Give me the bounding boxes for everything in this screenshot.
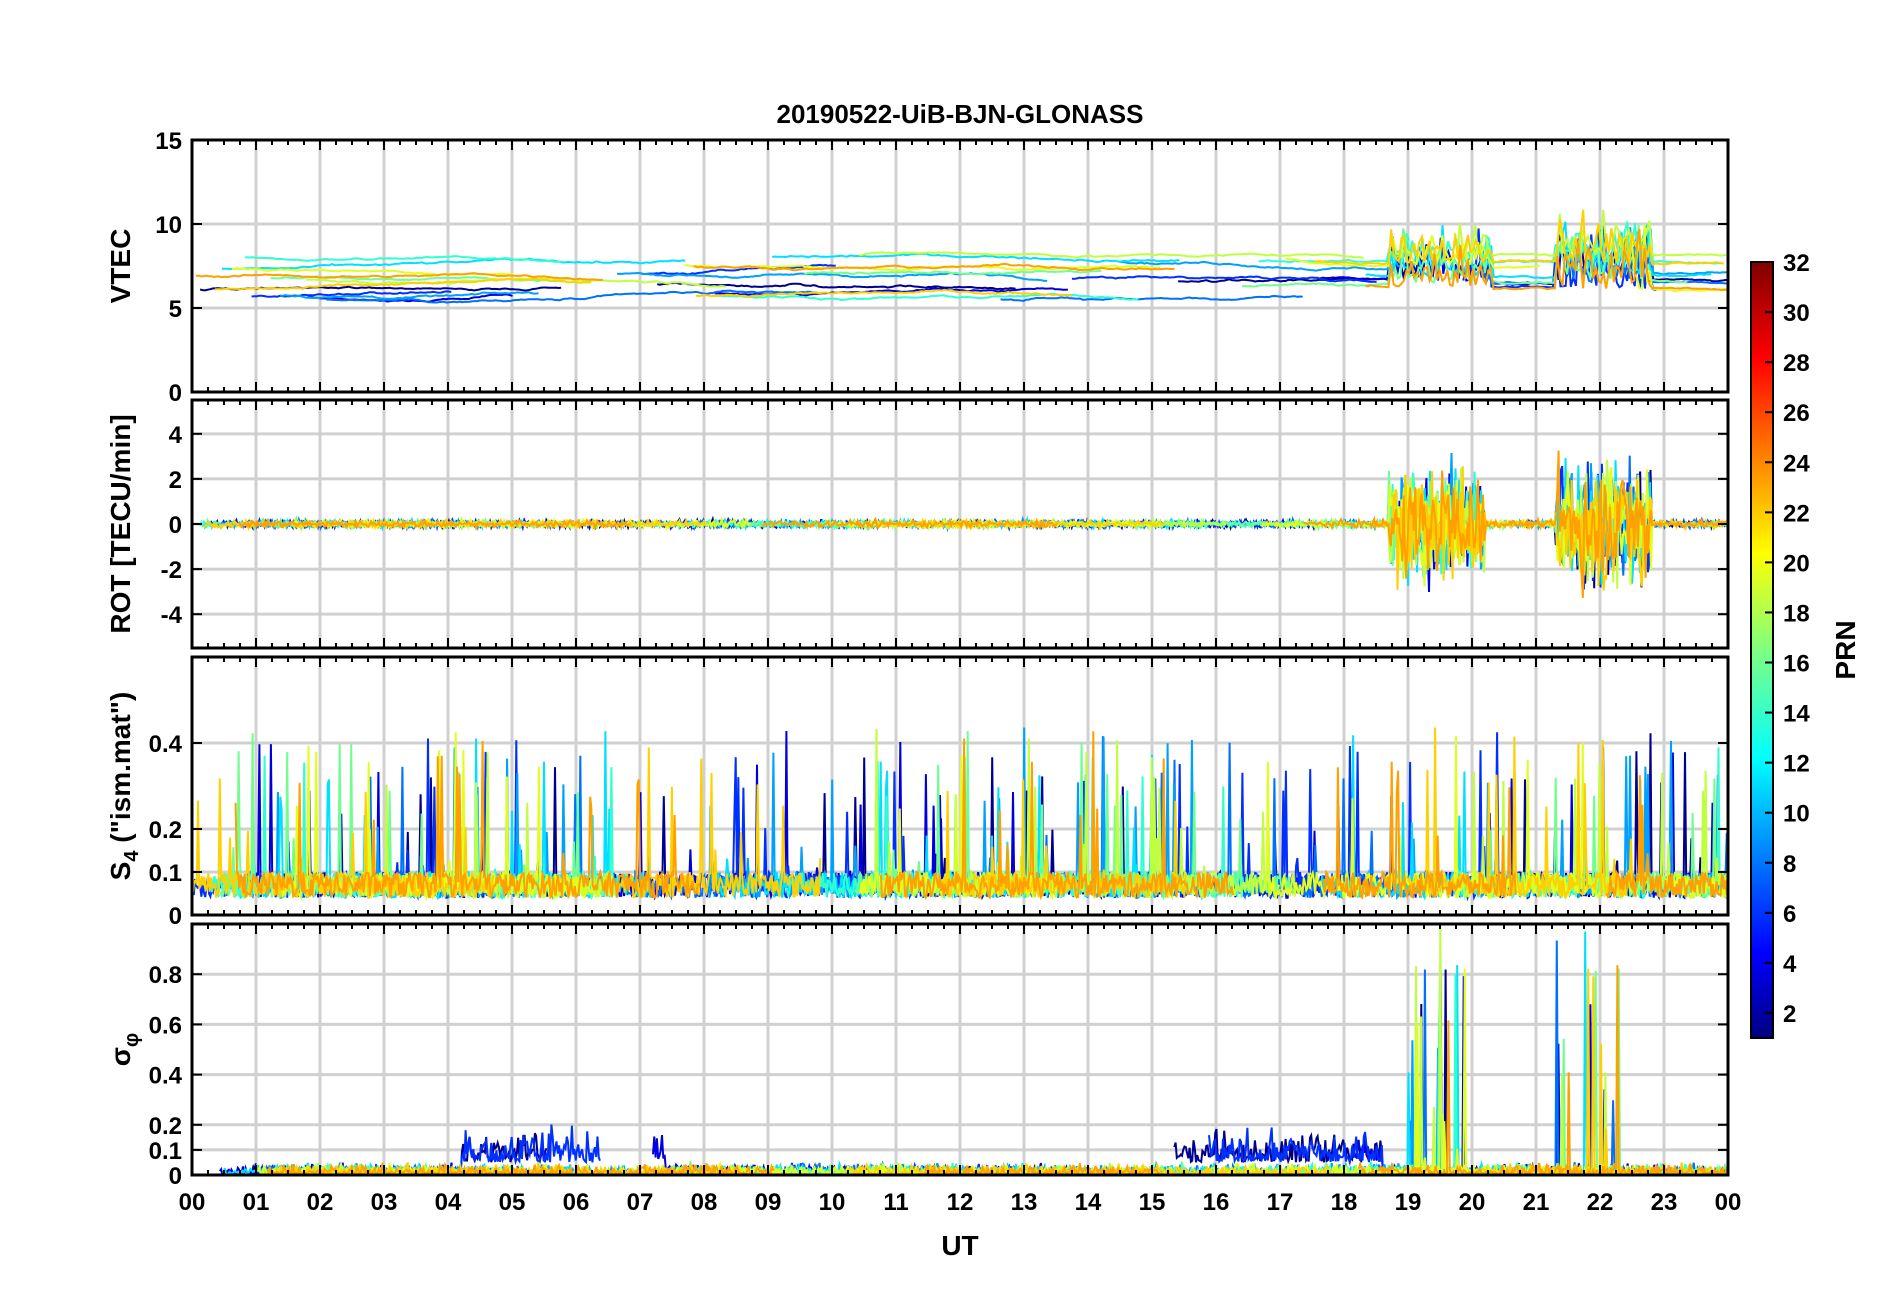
- colorbar-tick-label: 26: [1783, 400, 1810, 427]
- figure: 20190522-UiB-BJN-GLONASS 051015VTEC-4-20…: [105, 99, 1861, 1261]
- series-group-sigma_phi: [219, 924, 1728, 1175]
- series-prn-14: [1258, 221, 1723, 266]
- colorbar-tick-label: 4: [1783, 951, 1797, 978]
- x-tick-labels: 00 01 02 03 04 05 06 07 08 09 10 11 12 13 14 15 16 17 18 19…: [179, 1189, 1742, 1216]
- y-tick-label: 0.1: [149, 1138, 182, 1165]
- panel-sigma_phi: 00.10.2 0.4 0.6 0.8 σφ: [105, 922, 1730, 1190]
- x-tick-label: 10: [819, 1189, 846, 1216]
- y-tick-label: 0.1: [149, 860, 182, 887]
- y-tick-label: 0: [169, 380, 182, 407]
- y-tick-label: 0: [169, 903, 182, 930]
- x-tick-label: 17: [1267, 1189, 1294, 1216]
- y-tick-label: 4: [169, 422, 183, 449]
- series-prn-14: [244, 255, 563, 263]
- y-axis-label-rot: ROT [TECU/min]: [105, 414, 136, 633]
- x-tick-label: 23: [1651, 1189, 1678, 1216]
- y-axis-label-rest: ("ism.mat"): [105, 692, 136, 851]
- y-axis-label-s4: S4 ("ism.mat"): [105, 692, 143, 881]
- series-group-rot: [199, 450, 1728, 598]
- colorbar-tick-label: 2: [1783, 1001, 1796, 1028]
- x-tick-label: 18: [1331, 1189, 1358, 1216]
- x-tick-label: 12: [947, 1189, 974, 1216]
- colorbar-tick-label: 6: [1783, 901, 1796, 928]
- series-prn-18: [1381, 924, 1650, 1175]
- y-tick-label: 0.2: [149, 1113, 182, 1140]
- y-axis-label-sigma_phi: σφ: [105, 1033, 143, 1066]
- y-axis-label-subscript: φ: [121, 1033, 143, 1047]
- x-tick-label: 05: [499, 1189, 526, 1216]
- panel-s4: 0 0.1 0.2 0.4S4 ("ism.mat"): [105, 655, 1730, 930]
- x-tick-label: 19: [1395, 1189, 1422, 1216]
- x-tick-label: 00: [1715, 1189, 1742, 1216]
- grid-sigma_phi: [190, 924, 1730, 1177]
- y-tick-label: -2: [161, 557, 182, 584]
- x-tick-label: 08: [691, 1189, 718, 1216]
- x-tick-label: 14: [1075, 1189, 1102, 1216]
- colorbar-tick-label: 28: [1783, 350, 1810, 377]
- x-tick-label: 07: [627, 1189, 654, 1216]
- colorbar-tick-label: 10: [1783, 801, 1810, 828]
- colorbar-tick-label: 22: [1783, 500, 1810, 527]
- y-tick-label: -4: [161, 602, 183, 629]
- colorbar-tick-label: 16: [1783, 651, 1810, 678]
- x-tick-label: 03: [371, 1189, 398, 1216]
- x-tick-label: 20: [1459, 1189, 1486, 1216]
- y-tick-label: 10: [155, 212, 182, 239]
- colorbar-tick-label: 32: [1783, 250, 1810, 277]
- panels-layer: 051015VTEC-4-2024ROT [TECU/min]00.10.20.…: [105, 128, 1730, 1190]
- colorbar-tick-label: 30: [1783, 300, 1810, 327]
- panel-vtec: 0 5 10 15 VTEC: [105, 128, 1730, 407]
- y-tick-label: 5: [169, 296, 182, 323]
- y-tick-label: 0.4: [149, 1063, 183, 1090]
- series-prn-16: [1552, 968, 1728, 1175]
- y-axis-label-base: S: [105, 862, 136, 881]
- y-tick-label: 0.4: [149, 731, 183, 758]
- colorbar-tick-label: 24: [1783, 450, 1810, 477]
- x-tick-label: 09: [755, 1189, 782, 1216]
- y-tick-label: 0.6: [149, 1012, 182, 1039]
- colorbar-tick-label: 8: [1783, 851, 1796, 878]
- colorbar-tick-label: 12: [1783, 751, 1810, 778]
- chart-title: 20190522-UiB-BJN-GLONASS: [776, 99, 1143, 129]
- x-tick-label: 00: [179, 1189, 206, 1216]
- series-prn-19: [1196, 968, 1569, 1175]
- y-tick-label: 0: [169, 512, 182, 539]
- colorbar-gradient: [1750, 261, 1774, 1039]
- colorbar-tick-label: 20: [1783, 550, 1810, 577]
- x-tick-label: 11: [883, 1189, 908, 1216]
- colorbar: 2468101214161820222426283032 PRN: [1750, 250, 1861, 1039]
- x-tick-label: 15: [1139, 1189, 1166, 1216]
- colorbar-tick-label: 14: [1783, 701, 1810, 728]
- y-tick-label: 2: [169, 467, 182, 494]
- x-tick-label: 13: [1011, 1189, 1038, 1216]
- x-tick-label: 06: [563, 1189, 590, 1216]
- x-tick-label: 16: [1203, 1189, 1230, 1216]
- series-prn-16: [804, 269, 1102, 276]
- x-tick-label: 04: [435, 1189, 462, 1216]
- y-tick-label: 0.2: [149, 817, 182, 844]
- x-tick-label: 22: [1587, 1189, 1614, 1216]
- colorbar-label: PRN: [1830, 620, 1861, 679]
- x-tick-label: 02: [307, 1189, 334, 1216]
- y-axis-label-vtec: VTEC: [105, 229, 136, 304]
- y-axis-label-base: σ: [105, 1047, 136, 1066]
- x-axis-label: UT: [941, 1230, 978, 1261]
- y-tick-label: 0.8: [149, 962, 182, 989]
- y-tick-label: 0: [169, 1163, 182, 1190]
- x-tick-label: 01: [243, 1189, 270, 1216]
- panel-rot: -4 -2 0 2 4 ROT [TECU/min]: [105, 398, 1730, 650]
- colorbar-tick-label: 18: [1783, 600, 1810, 627]
- x-tick-label: 21: [1523, 1189, 1550, 1216]
- y-tick-label: 15: [155, 128, 182, 155]
